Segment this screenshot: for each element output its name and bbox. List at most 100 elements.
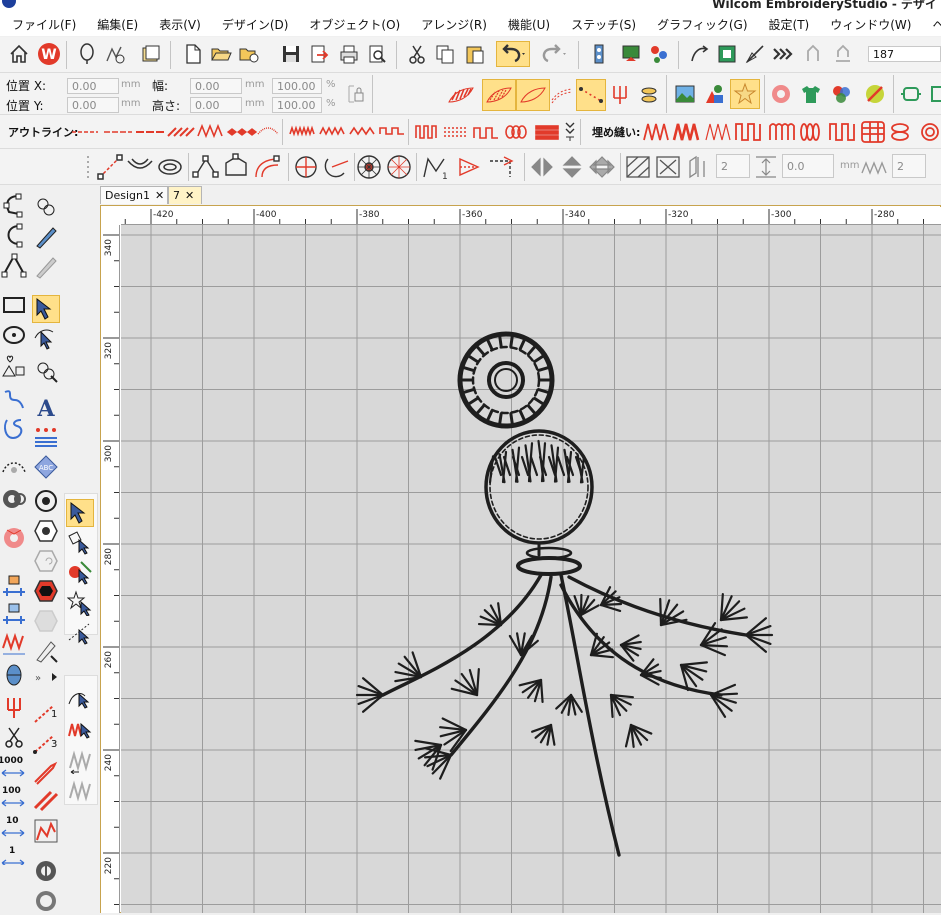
freehand-icon[interactable] [0, 385, 28, 413]
library-icon[interactable] [138, 41, 164, 67]
team-names-icon[interactable] [32, 423, 60, 451]
open-shape-icon[interactable] [0, 221, 28, 249]
export-icon[interactable] [306, 41, 332, 67]
freehand-closed-icon[interactable] [0, 415, 28, 443]
home-icon[interactable] [6, 41, 32, 67]
tshirt-icon[interactable] [798, 81, 824, 107]
needle-icon[interactable] [742, 41, 768, 67]
stitch-edit-icon[interactable] [32, 357, 60, 385]
bezier-icon[interactable] [0, 191, 28, 219]
print-icon[interactable] [336, 41, 362, 67]
contour-stitch-icon[interactable] [548, 79, 576, 111]
monogram-diamond-icon[interactable]: ABC [32, 453, 60, 481]
outline-stitch-icons-3[interactable] [414, 120, 564, 144]
parallel-run-icon[interactable] [32, 787, 60, 815]
auto-center-icons[interactable] [356, 153, 414, 181]
travel-up-icon[interactable] [830, 41, 856, 67]
close-icon[interactable]: ✕ [185, 189, 194, 202]
fork-icon[interactable] [606, 79, 634, 111]
run-stitch-icon[interactable] [576, 79, 606, 111]
menu-item[interactable]: デザイン(D) [210, 16, 298, 33]
polygon-icon[interactable] [0, 251, 28, 279]
menu-item[interactable]: 編集(E) [85, 16, 147, 33]
zigzag-run-icon[interactable] [32, 817, 60, 845]
logo-3-icon[interactable] [32, 887, 60, 915]
outline-stitch-icons[interactable] [70, 120, 280, 144]
menu-item[interactable]: ヘルプ(H) [920, 16, 941, 33]
fish-icon[interactable] [636, 79, 664, 111]
wilcom-icon[interactable]: W [36, 41, 62, 67]
width-field[interactable]: 0.00 [190, 78, 242, 94]
travel-icon[interactable] [800, 41, 826, 67]
hoop-icon[interactable] [74, 41, 100, 67]
polygon-select-icon[interactable] [66, 529, 94, 557]
text-tool-icon[interactable]: A [32, 393, 60, 421]
rectangle-icon[interactable] [0, 291, 28, 319]
monogram-icon[interactable] [0, 451, 28, 479]
hexagon-red-icon[interactable] [32, 577, 60, 605]
menu-item[interactable]: 表示(V) [147, 16, 210, 33]
motif-star-icon[interactable] [730, 79, 760, 109]
fork-tool-icon[interactable] [0, 693, 28, 721]
satin-stitch-icon[interactable] [444, 79, 478, 111]
leaf-stitch-icon[interactable] [516, 79, 550, 111]
print-preview-icon[interactable] [364, 41, 390, 67]
mirror-icons[interactable] [528, 153, 620, 181]
lasso-select-icon[interactable] [66, 619, 94, 647]
tatami-stitch-icon[interactable] [482, 79, 516, 111]
check-color-icon[interactable] [862, 81, 888, 107]
horizontal-ruler[interactable]: -420-400-380-360-340-320-300-280 [121, 207, 941, 225]
paste-icon[interactable] [462, 41, 488, 67]
outline-stitch-icons-2[interactable] [288, 120, 408, 144]
bobbin-icon[interactable] [0, 661, 28, 689]
hexagon-icon[interactable] [32, 517, 60, 545]
stitch-edit-icons[interactable]: 1 [420, 153, 520, 181]
stitch-select-icon[interactable] [66, 685, 94, 713]
spin-a-field[interactable]: 2 [716, 154, 750, 178]
more-tools-icon[interactable]: » [34, 670, 60, 684]
machine-icon[interactable] [714, 41, 740, 67]
ellipse-icon[interactable] [0, 321, 28, 349]
canvas-view-icon[interactable] [618, 41, 644, 67]
pos-y-field[interactable]: 0.00 [67, 97, 119, 113]
redo-icon[interactable] [538, 41, 570, 67]
sequence-icon[interactable] [646, 41, 672, 67]
colorway-icon[interactable] [828, 81, 854, 107]
tab-design1[interactable]: Design1✕ [100, 186, 168, 204]
node-edit-icons[interactable] [192, 153, 284, 181]
cut-icon[interactable] [404, 41, 430, 67]
height-field[interactable]: 0.00 [190, 97, 242, 113]
fast-forward-icon[interactable] [770, 41, 796, 67]
thread-icon[interactable] [32, 193, 60, 221]
logo-2-icon[interactable] [32, 857, 60, 885]
menu-item[interactable]: ファイル(F) [0, 16, 85, 33]
auto-digitize-icon[interactable] [0, 573, 28, 601]
scale-x-field[interactable]: 100.00 [272, 78, 322, 94]
zigzag-count-icon[interactable] [860, 157, 888, 179]
new-document-icon[interactable] [180, 41, 206, 67]
spacing-icon[interactable] [752, 153, 780, 181]
select-arrow-icon[interactable] [66, 499, 94, 527]
pos-x-field[interactable]: 0.00 [67, 78, 119, 94]
frame-icon[interactable] [898, 81, 924, 107]
show-stitches-icon[interactable] [102, 41, 128, 67]
open-recent-icon[interactable] [236, 41, 262, 67]
logo-icon[interactable] [0, 485, 28, 513]
chevron-down-icon[interactable] [564, 119, 576, 145]
color-select-icon[interactable] [66, 559, 94, 587]
pen-gray-icon[interactable] [32, 253, 60, 281]
scale-icons[interactable] [624, 153, 712, 181]
zoom-input[interactable]: 187 [868, 46, 941, 62]
picture-icon[interactable] [672, 81, 698, 107]
stitch-step-arrows[interactable] [0, 769, 28, 865]
target-icon[interactable] [32, 487, 60, 515]
cut-shape-icons[interactable] [292, 153, 354, 181]
star-select-icon[interactable] [66, 589, 94, 617]
reshape-tools-icons[interactable] [96, 153, 186, 181]
tab-7[interactable]: 7✕ [168, 186, 202, 204]
zigzag-select-icon[interactable] [66, 715, 94, 743]
select-object-icon[interactable] [32, 295, 60, 323]
design-canvas[interactable] [121, 225, 941, 913]
menu-item[interactable]: ウィンドウ(W) [818, 16, 920, 33]
menu-item[interactable]: アレンジ(R) [409, 16, 496, 33]
